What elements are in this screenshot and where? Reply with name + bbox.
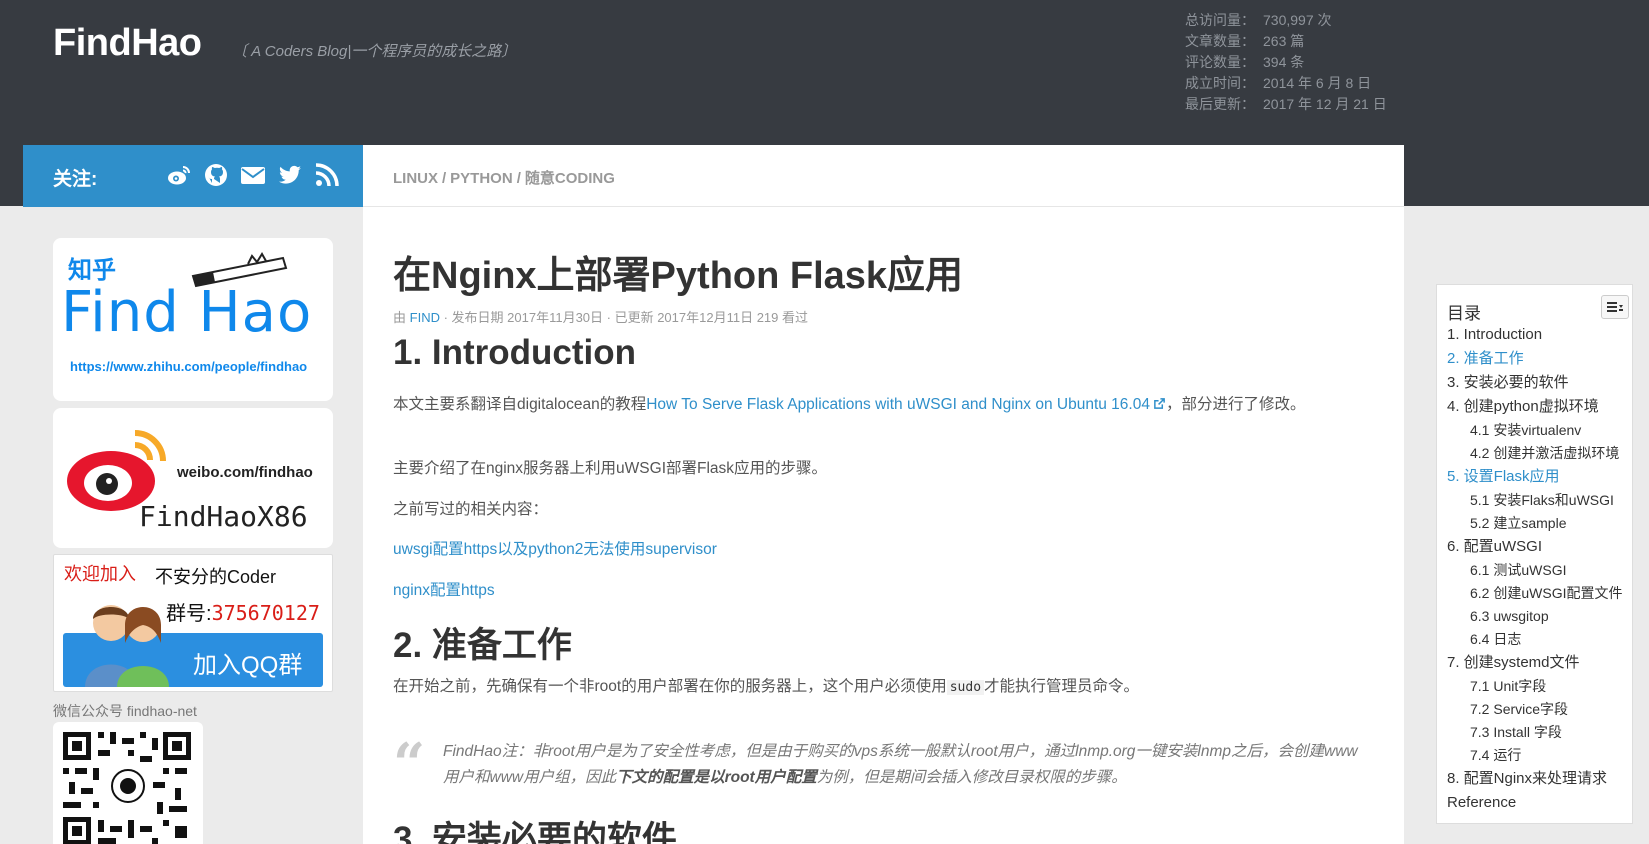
heading-preparation: 2. 准备工作 <box>393 626 572 665</box>
toc-item[interactable]: 4. 创建python虚拟环境 <box>1447 395 1632 419</box>
stat-founded: 成立时间： 2014 年 6 月 8 日 <box>1185 75 1372 91</box>
toc-item[interactable]: 6.1 测试uWSGI <box>1447 559 1632 582</box>
toc-item[interactable]: 4.2 创建并激活虚拟环境 <box>1447 442 1632 465</box>
qq-welcome: 欢迎加入 <box>64 564 136 584</box>
stat-visits: 总访问量： 730,997 次 <box>1185 12 1332 28</box>
toc-title: 目录 <box>1447 304 1481 323</box>
weibo-url: weibo.com/findhao <box>177 464 313 481</box>
site-stats: 总访问量： 730,997 次 文章数量： 263 篇 评论数量： 394 条 成立时… <box>1185 10 1387 115</box>
post-content: 在Nginx上部署Python Flask应用 由 FIND · 发布日期 20… <box>363 207 1404 844</box>
toc-item[interactable]: 7.2 Service字段 <box>1447 698 1632 721</box>
blockquote: “ FindHao注：非root用户是为了安全性考虑，但是由于购买的vps系统一… <box>393 731 1368 797</box>
prep-paragraph: 在开始之前，先确保有一个非root的用户部署在你的服务器上，这个用户必须使用 su… <box>393 678 1140 695</box>
stat-comments: 评论数量： 394 条 <box>1185 54 1305 70</box>
toc-item[interactable]: 7.3 Install 字段 <box>1447 721 1632 744</box>
breadcrumb-coding[interactable]: 随意CODING <box>525 170 615 187</box>
site-tagline: 〔 A Coders Blog|一个程序员的成长之路〕 <box>232 43 517 60</box>
toc-item[interactable]: 6.2 创建uWSGI配置文件 <box>1447 582 1632 605</box>
breadcrumb-separator: / <box>516 170 521 187</box>
zhihu-url: https://www.zhihu.com/people/findhao <box>70 359 308 374</box>
site-title[interactable]: FindHao <box>53 22 202 65</box>
github-icon[interactable] <box>203 162 229 188</box>
join-qq-button[interactable]: 加入QQ群 <box>63 605 323 687</box>
follow-label: 关注: <box>53 169 98 190</box>
qq-group-card[interactable]: 欢迎加入 不安分的Coder 群号:375670127 加入QQ群 <box>53 554 333 692</box>
post-meta: 由 FIND · 发布日期 2017年11月30日 · 已更新 2017年12月… <box>393 310 808 325</box>
toc-item[interactable]: 7. 创建systemd文件 <box>1447 651 1632 675</box>
toc-item[interactable]: 5. 设置Flask应用 <box>1447 465 1632 489</box>
breadcrumb: LINUX / PYTHON / 随意CODING <box>393 167 615 188</box>
breadcrumb-bar: LINUX / PYTHON / 随意CODING <box>363 145 1404 207</box>
external-link-icon <box>1154 398 1165 409</box>
list-icon <box>1607 302 1623 312</box>
quote-icon: “ <box>393 731 426 797</box>
toc-item[interactable]: 6.3 uwsgitop <box>1447 605 1632 628</box>
toc-item[interactable]: 3. 安装必要的软件 <box>1447 371 1632 395</box>
follow-icons <box>166 162 340 188</box>
quote-text: FindHao注：非root用户是为了安全性考虑，但是由于购买的vps系统一般默… <box>443 743 1358 786</box>
toc-item[interactable]: 5.1 安装Flaks和uWSGI <box>1447 489 1632 512</box>
toc-item[interactable]: 2. 准备工作 <box>1447 347 1632 371</box>
breadcrumb-python[interactable]: PYTHON <box>450 170 513 187</box>
post-title: 在Nginx上部署Python Flask应用 <box>393 255 964 297</box>
table-of-contents: 目录 1. Introduction 2. 准备工作 3. 安装必要的软件 4. 创建… <box>1436 284 1633 824</box>
toc-item[interactable]: 1. Introduction <box>1447 323 1632 347</box>
toc-item[interactable]: 7.1 Unit字段 <box>1447 675 1632 698</box>
post-dates: · 发布日期 2017年11月30日 · 已更新 2017年12月11日 219… <box>443 310 808 325</box>
wechat-qr-code <box>53 722 203 844</box>
rss-icon[interactable] <box>314 162 340 188</box>
breadcrumb-linux[interactable]: LINUX <box>393 170 438 187</box>
sudo-code: sudo <box>946 680 985 695</box>
weibo-card[interactable]: weibo.com/findhao FindHaoX86 <box>53 408 333 548</box>
intro-summary: 主要介绍了在nginx服务器上利用uWSGI部署Flask应用的步骤。 <box>393 460 828 477</box>
toc-item[interactable]: 4.1 安装virtualenv <box>1447 419 1632 442</box>
wechat-label: 微信公众号 findhao-net <box>53 703 197 719</box>
toc-toggle-button[interactable] <box>1601 295 1629 319</box>
breadcrumb-separator: / <box>442 170 447 187</box>
toc-item[interactable]: 6.4 日志 <box>1447 628 1632 651</box>
weibo-name: FindHaoX86 <box>139 500 308 533</box>
stat-posts: 文章数量： 263 篇 <box>1185 33 1305 49</box>
related-link-nginx: nginx配置https <box>393 582 495 599</box>
tutorial-link[interactable]: How To Serve Flask Applications with uWS… <box>646 396 1150 413</box>
sidebar: 知乎 Find Hao https://www.zhihu.com/people… <box>23 207 363 844</box>
qq-group-number: 群号:375670127 <box>166 601 320 625</box>
qq-group-title: 不安分的Coder <box>155 567 277 587</box>
toc-item[interactable]: 5.2 建立sample <box>1447 512 1632 535</box>
toc-item[interactable]: 6. 配置uWSGI <box>1447 535 1632 559</box>
toc-list: 1. Introduction 2. 准备工作 3. 安装必要的软件 4. 创建pyt… <box>1447 323 1632 815</box>
stat-updated: 最后更新： 2017 年 12 月 21 日 <box>1185 96 1387 112</box>
heading-install: 3. 安装必要的软件 <box>393 820 677 844</box>
twitter-icon[interactable] <box>277 162 303 188</box>
avatar-icon <box>85 605 169 687</box>
join-qq-label: 加入QQ群 <box>193 652 303 679</box>
toc-item[interactable]: 7.4 运行 <box>1447 744 1632 767</box>
related-link-uwsgi: uwsgi配置https以及python2无法使用supervisor <box>393 541 717 558</box>
follow-bar: 关注: <box>23 145 363 207</box>
related-label: 之前写过的相关内容： <box>393 501 549 518</box>
weibo-icon[interactable] <box>166 162 192 188</box>
toc-item[interactable]: Reference <box>1447 791 1632 815</box>
toc-item[interactable]: 8. 配置Nginx来处理请求 <box>1447 767 1632 791</box>
author-link[interactable]: FIND <box>410 310 440 325</box>
heading-introduction: 1. Introduction <box>393 333 637 372</box>
zhihu-name: Find Hao <box>61 280 313 345</box>
zhihu-card[interactable]: 知乎 Find Hao https://www.zhihu.com/people… <box>53 238 333 401</box>
email-icon[interactable] <box>240 162 266 188</box>
intro-paragraph: 本文主要系翻译自digitalocean的教程How To Serve Flas… <box>393 396 1306 413</box>
